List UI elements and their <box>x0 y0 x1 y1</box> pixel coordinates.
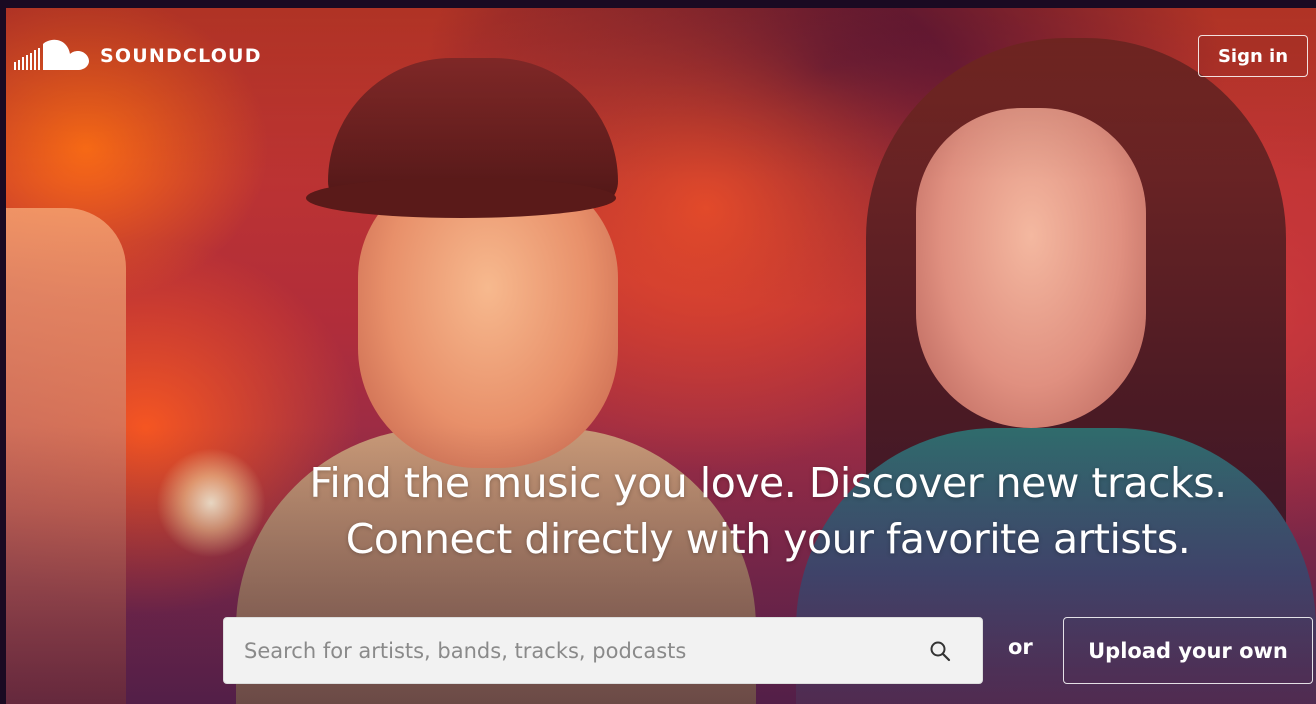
tagline-line-2: Connect directly with your favorite arti… <box>345 515 1191 563</box>
sign-in-button[interactable]: Sign in <box>1198 35 1308 77</box>
soundcloud-cloud-icon <box>14 39 89 70</box>
upload-button[interactable]: Upload your own <box>1063 617 1313 684</box>
tagline-line-1: Find the music you love. Discover new tr… <box>309 459 1227 507</box>
or-separator: or <box>1008 635 1033 659</box>
brand-name: SOUNDCLOUD <box>100 45 262 67</box>
hero-background <box>6 8 1316 704</box>
soundcloud-logo[interactable]: SOUNDCLOUD <box>14 38 262 74</box>
search-icon[interactable] <box>920 631 960 671</box>
search-input[interactable] <box>224 617 920 684</box>
hero-tagline: Find the music you love. Discover new tr… <box>220 455 1316 567</box>
hero-shade <box>6 8 1316 704</box>
search-box[interactable] <box>223 617 983 684</box>
